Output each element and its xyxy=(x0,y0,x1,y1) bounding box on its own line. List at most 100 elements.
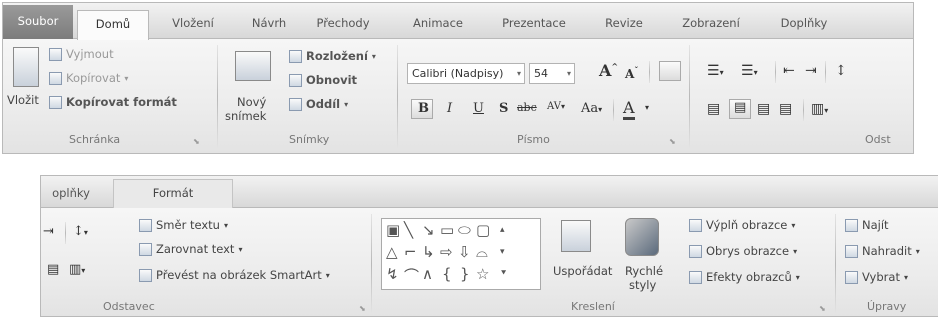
increase-indent-icon[interactable]: ⇥ xyxy=(43,224,54,239)
convert-smartart-button[interactable]: Převést na obrázek SmartArt ▾ xyxy=(139,268,330,282)
tab-addins[interactable]: oplňky xyxy=(41,180,101,209)
font-name-select[interactable]: Calibri (Nadpisy) ▾ xyxy=(407,63,525,84)
align-justify-icon[interactable]: ▤ xyxy=(47,262,59,277)
dialog-launcher-icon[interactable]: ⬊ xyxy=(359,304,366,313)
rectangle-shape-icon[interactable]: ▭ xyxy=(440,221,454,239)
right-brace-shape-icon[interactable]: } xyxy=(460,265,470,283)
cursor-icon xyxy=(845,270,858,284)
copy-button[interactable]: Kopírovat ▾ xyxy=(49,71,128,85)
tab-animations[interactable]: Animace xyxy=(398,10,478,39)
layout-button[interactable]: Rozložení ▾ xyxy=(289,49,376,63)
reset-button[interactable]: Obnovit xyxy=(289,73,357,87)
shrink-font-icon[interactable]: Aˇ xyxy=(625,65,638,81)
shadow-button[interactable]: S xyxy=(499,101,508,116)
increase-indent-icon[interactable]: ⇥ xyxy=(805,63,817,79)
elbow-connector-shape-icon[interactable]: ⌐ xyxy=(404,243,417,261)
paste-button[interactable]: Vložit xyxy=(7,93,39,107)
chevron-down-icon: ▾ xyxy=(325,270,330,280)
tab-addins[interactable]: Doplňky xyxy=(765,10,843,39)
triangle-shape-icon[interactable]: △ xyxy=(386,243,398,261)
tab-file[interactable]: Soubor xyxy=(3,5,73,39)
new-slide-button-line2[interactable]: snímek xyxy=(225,109,266,123)
chevron-down-icon: ▾ xyxy=(903,272,908,282)
font-size-select[interactable]: 54 ▾ xyxy=(529,63,575,84)
justify-icon[interactable]: ▤ xyxy=(779,101,792,117)
elbow-arrow-shape-icon[interactable]: ↳ xyxy=(422,243,435,261)
clear-formatting-icon[interactable] xyxy=(659,61,681,81)
left-brace-shape-icon[interactable]: { xyxy=(442,265,452,283)
tab-insert[interactable]: Vložení xyxy=(159,10,227,39)
right-arrow-shape-icon[interactable]: ⇨ xyxy=(440,243,453,261)
columns-icon[interactable]: ▥▾ xyxy=(811,101,828,117)
align-center-button[interactable]: ▤ xyxy=(729,99,751,119)
tab-format[interactable]: Formát xyxy=(113,179,233,208)
cut-button[interactable]: Vyjmout xyxy=(49,47,114,61)
dialog-launcher-icon[interactable]: ⬊ xyxy=(819,304,826,313)
new-slide-icon[interactable] xyxy=(235,51,271,81)
arrow-line-shape-icon[interactable]: ↘ xyxy=(422,221,435,239)
quick-styles-icon[interactable] xyxy=(625,218,659,256)
arrange-icon[interactable] xyxy=(561,220,591,252)
format-painter-icon xyxy=(49,95,62,109)
numbering-icon[interactable]: ☰▾ xyxy=(741,63,758,79)
align-left-icon[interactable]: ▤ xyxy=(707,101,720,117)
char-spacing-button[interactable]: AV▾ xyxy=(547,101,565,112)
decrease-indent-icon[interactable]: ⇤ xyxy=(783,63,795,79)
section-button[interactable]: Oddíl ▾ xyxy=(289,97,348,111)
change-case-button[interactable]: Aa▾ xyxy=(581,101,602,116)
shape-outline-button[interactable]: Obrys obrazce ▾ xyxy=(689,244,797,258)
star-shape-icon[interactable]: ☆ xyxy=(476,265,489,283)
tab-view[interactable]: Zobrazení xyxy=(665,10,757,39)
chevron-down-icon[interactable]: ▾ xyxy=(645,103,649,112)
format-painter-button[interactable]: Kopírovat formát xyxy=(49,95,177,109)
columns-icon[interactable]: ▥▾ xyxy=(69,262,85,277)
grow-font-icon[interactable]: A^ xyxy=(599,61,618,80)
align-text-button[interactable]: Zarovnat text ▾ xyxy=(139,242,242,256)
tab-design[interactable]: Návrh xyxy=(238,10,300,39)
gallery-down-icon[interactable]: ▾ xyxy=(500,247,505,257)
freeform-shape-icon[interactable]: ↯ xyxy=(386,265,399,283)
italic-button[interactable]: I xyxy=(447,101,452,116)
new-slide-button[interactable]: Nový xyxy=(237,95,266,109)
font-color-button[interactable]: A xyxy=(623,99,635,120)
line-spacing-icon[interactable]: ↕ xyxy=(835,63,847,79)
shape-effects-button[interactable]: Efekty obrazců ▾ xyxy=(689,270,800,284)
tab-review[interactable]: Revize xyxy=(590,10,658,39)
strikethrough-button[interactable]: abc xyxy=(517,101,537,114)
arrange-button[interactable]: Uspořádat xyxy=(553,264,612,278)
tab-transitions[interactable]: Přechody xyxy=(303,10,383,39)
paste-icon[interactable] xyxy=(13,47,39,87)
arc-shape-icon[interactable]: ⌒ xyxy=(404,265,419,286)
dialog-launcher-icon[interactable]: ⬊ xyxy=(193,137,200,146)
tab-home[interactable]: Domů xyxy=(77,10,149,40)
quick-styles-button[interactable]: Rychlé xyxy=(625,264,663,278)
ribbon-tab-bar: Soubor Domů Vložení Návrh Přechody Anima… xyxy=(3,3,913,40)
replace-label: Nahradit xyxy=(862,244,912,258)
section-label: Oddíl xyxy=(306,97,341,111)
bullets-icon[interactable]: ☰▾ xyxy=(707,63,724,79)
curve-shape-icon[interactable]: ∧ xyxy=(422,265,433,283)
gallery-more-icon[interactable]: ⯆ xyxy=(500,269,507,279)
shape-fill-button[interactable]: Výplň obrazce ▾ xyxy=(689,218,795,232)
separator xyxy=(65,222,66,244)
textbox-shape-icon[interactable]: ▣ xyxy=(386,221,400,239)
replace-button[interactable]: Nahradit ▾ xyxy=(845,244,920,258)
rounded-rect-shape-icon[interactable]: ▢ xyxy=(476,221,490,239)
quick-styles-button-line2[interactable]: styly xyxy=(629,278,656,292)
flowchart-shape-icon[interactable]: ⌓ xyxy=(476,243,488,261)
text-direction-button[interactable]: Směr textu ▾ xyxy=(139,218,228,232)
dialog-launcher-icon[interactable]: ⬊ xyxy=(669,137,676,146)
find-button[interactable]: Najít xyxy=(845,218,889,232)
bold-button[interactable]: B xyxy=(411,99,433,119)
chevron-down-icon: ▾ xyxy=(124,73,129,83)
select-button[interactable]: Vybrat ▾ xyxy=(845,270,908,284)
shapes-gallery[interactable]: ▣ ╲ ↘ ▭ ⬭ ▢ △ ⌐ ↳ ⇨ ⇩ ⌓ ↯ ⌒ ∧ { } ☆ ▴ ▾ … xyxy=(381,218,541,290)
gallery-up-icon[interactable]: ▴ xyxy=(500,225,505,235)
line-spacing-icon[interactable]: ↕▾ xyxy=(73,224,88,239)
line-shape-icon[interactable]: ╲ xyxy=(404,221,413,239)
align-right-icon[interactable]: ▤ xyxy=(757,101,770,117)
oval-shape-icon[interactable]: ⬭ xyxy=(458,221,471,239)
tab-slideshow[interactable]: Prezentace xyxy=(488,10,580,39)
down-arrow-shape-icon[interactable]: ⇩ xyxy=(458,243,471,261)
underline-button[interactable]: U xyxy=(473,101,484,116)
